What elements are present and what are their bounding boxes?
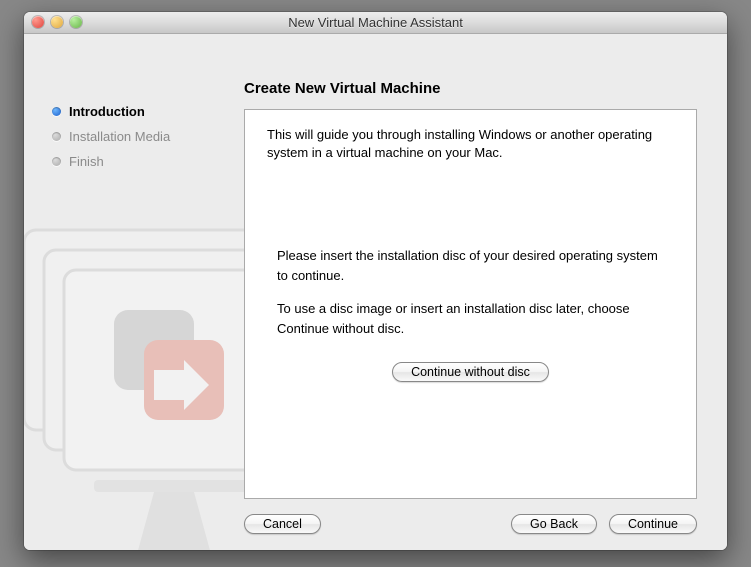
step-bullet-icon (52, 157, 61, 166)
page-title: Create New Virtual Machine (244, 80, 697, 97)
sidebar: Introduction Installation Media Finish (52, 104, 232, 179)
titlebar: New Virtual Machine Assistant (24, 12, 727, 34)
sidebar-step-installation-media: Installation Media (52, 129, 232, 144)
window-body: Introduction Installation Media Finish C… (24, 34, 727, 550)
cancel-button[interactable]: Cancel (244, 514, 321, 534)
sidebar-step-finish: Finish (52, 154, 232, 169)
minimize-icon[interactable] (51, 16, 63, 28)
traffic-lights (32, 16, 82, 28)
content-panel: This will guide you through installing W… (244, 109, 697, 499)
intro-text: This will guide you through installing W… (267, 126, 674, 162)
continue-button[interactable]: Continue (609, 514, 697, 534)
go-back-button[interactable]: Go Back (511, 514, 597, 534)
step-label: Finish (69, 154, 104, 169)
prompt-line-1: Please insert the installation disc of y… (277, 246, 664, 285)
window: New Virtual Machine Assistant Intr (24, 12, 727, 550)
prompt-text: Please insert the installation disc of y… (267, 246, 674, 382)
main-area: Create New Virtual Machine This will gui… (244, 80, 697, 499)
prompt-line-2: To use a disc image or insert an install… (277, 299, 664, 338)
step-label: Installation Media (69, 129, 170, 144)
step-label: Introduction (69, 104, 145, 119)
zoom-icon[interactable] (70, 16, 82, 28)
step-bullet-icon (52, 132, 61, 141)
window-title: New Virtual Machine Assistant (288, 15, 463, 30)
step-bullet-icon (52, 107, 61, 116)
sidebar-step-introduction: Introduction (52, 104, 232, 119)
close-icon[interactable] (32, 16, 44, 28)
footer: Cancel Go Back Continue (244, 514, 697, 534)
continue-without-disc-button[interactable]: Continue without disc (392, 362, 549, 382)
